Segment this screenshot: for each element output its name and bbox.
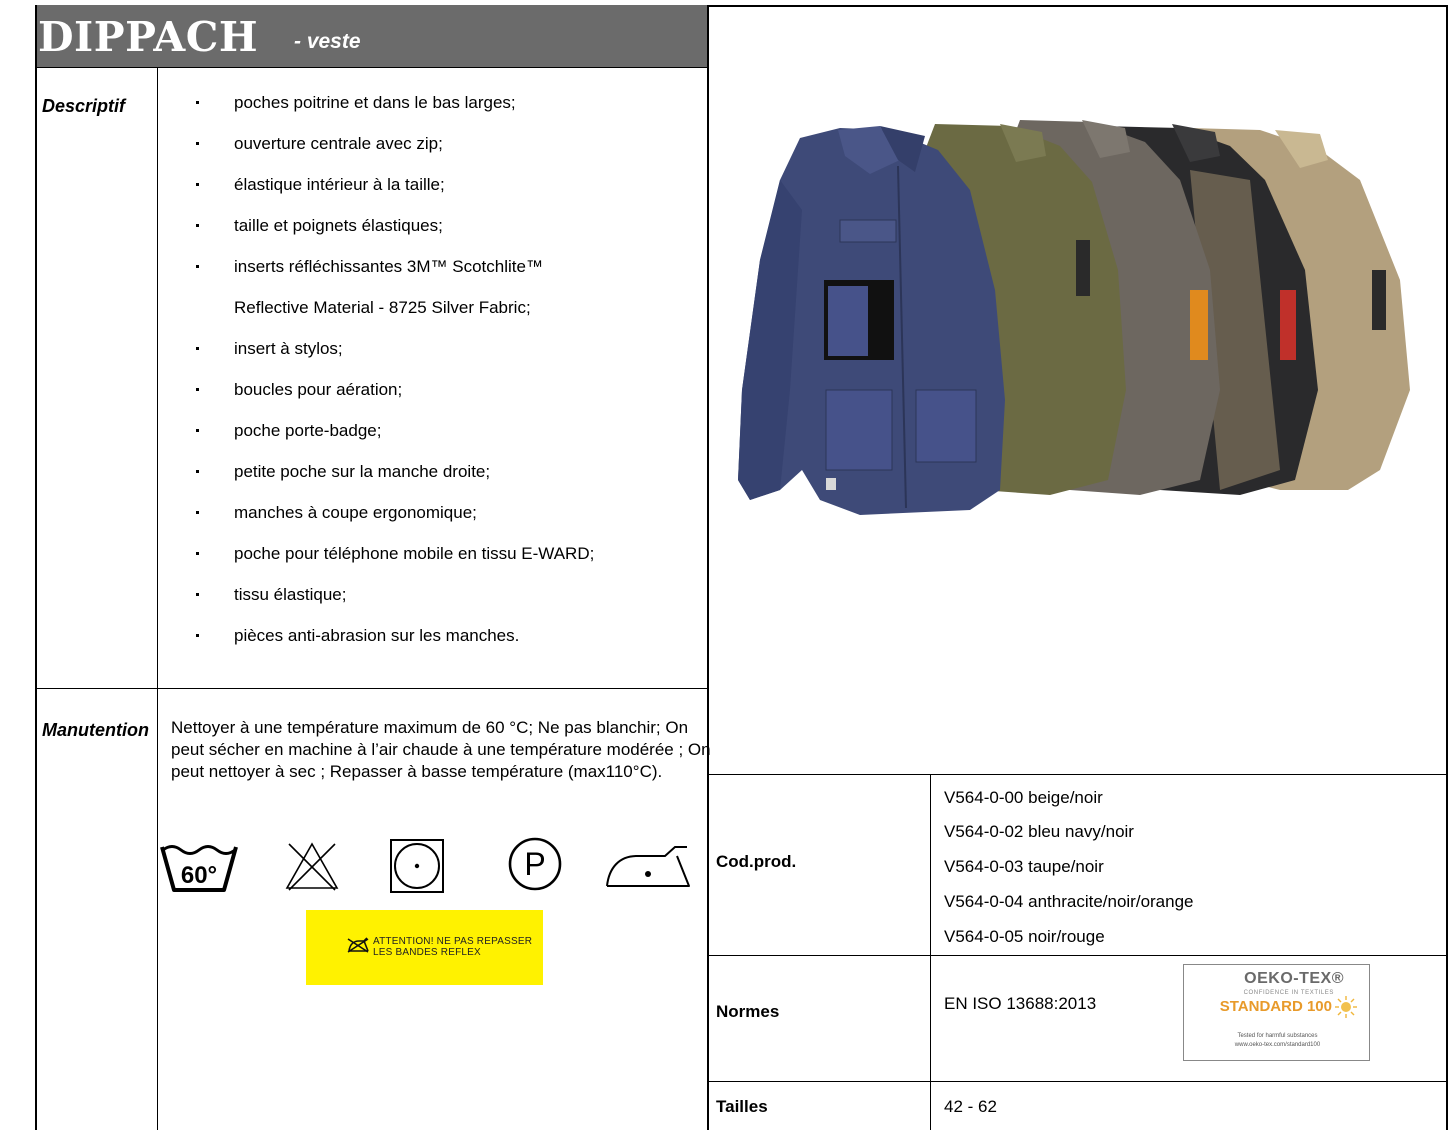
top-border (707, 5, 1448, 7)
product-codes-label: Cod.prod. (716, 852, 797, 871)
warning-line-1: ATTENTION! NE PAS REPASSER (373, 936, 533, 947)
list-item: boucles pour aération; (196, 379, 701, 401)
dry-clean-p-icon: P (507, 836, 563, 892)
center-divider (707, 5, 709, 1130)
sizes-value: 42 - 62 (944, 1097, 997, 1116)
tumble-dry-icon (388, 837, 446, 895)
product-code-item: V564-0-05 noir/rouge (944, 927, 1105, 946)
oeko-tex-tagline: CONFIDENCE IN TEXTILES (1243, 990, 1334, 996)
photo-bottom-rule (708, 774, 1448, 775)
no-bleach-icon (283, 838, 341, 894)
oeko-tex-badge: OEKO-TEX® CONFIDENCE IN TEXTILES STANDAR… (1183, 964, 1370, 1061)
header-bottom-rule (36, 67, 708, 68)
standards-bottom-rule (708, 1081, 1448, 1082)
bullet-icon (196, 429, 199, 432)
list-item: inserts réfléchissantes 3M™ Scotchlite™ R… (196, 256, 701, 319)
dry-clean-letter: P (524, 846, 545, 882)
right-label-column-divider (930, 774, 931, 1130)
title-bar: DIPPACH - veste (36, 5, 708, 67)
warning-label: ATTENTION! NE PAS REPASSER LES BANDES RE… (306, 910, 543, 985)
wash-temperature-label: 60° (181, 862, 217, 889)
list-item: pièces anti-abrasion sur les manches. (196, 625, 701, 647)
sun-icon (1335, 996, 1357, 1018)
list-item: poche porte-badge; (196, 420, 701, 442)
list-item-continuation: Reflective Material - 8725 Silver Fabric… (234, 298, 531, 317)
standards-value: EN ISO 13688:2013 (944, 994, 1097, 1013)
list-item: insert à stylos; (196, 338, 701, 360)
left-border (35, 5, 37, 1130)
bullet-icon (196, 593, 199, 596)
product-code-item: V564-0-02 bleu navy/noir (944, 822, 1134, 841)
bullet-icon (196, 552, 199, 555)
description-label: Descriptif (42, 96, 126, 116)
bullet-icon (196, 388, 199, 391)
bullet-icon (196, 347, 199, 350)
bullet-icon (196, 183, 199, 186)
bullet-icon (196, 634, 199, 637)
list-item: tissu élastique; (196, 584, 701, 606)
bullet-icon (196, 224, 199, 227)
product-photo (720, 90, 1420, 600)
product-code-item: V564-0-03 taupe/noir (944, 857, 1104, 876)
oeko-tex-note-2: www.oeko-tex.com/standard100 (1234, 1042, 1321, 1048)
bullet-icon (196, 470, 199, 473)
product-code-item: V564-0-04 anthracite/noir/orange (944, 892, 1194, 911)
product-type: - veste (294, 30, 361, 53)
bullet-icon (196, 101, 199, 104)
list-item: poches poitrine et dans le bas larges; (196, 92, 701, 114)
bullet-icon (196, 265, 199, 268)
care-instructions: Nettoyer à une température maximum de 60… (171, 718, 711, 781)
no-iron-icon (347, 937, 369, 953)
sizes-label: Tailles (716, 1097, 768, 1116)
oeko-tex-note-1: Tested for harmful substances (1237, 1033, 1318, 1039)
oeko-tex-standard: STANDARD 100 (1219, 998, 1332, 1015)
jacket-navy (738, 126, 1005, 515)
warning-line-2: LES BANDES REFLEX (373, 947, 481, 958)
wash-60-icon: 60° (158, 842, 240, 894)
label-column-divider (157, 67, 158, 1130)
product-name: DIPPACH (38, 13, 259, 61)
care-label: Manutention (42, 720, 149, 740)
bullet-icon (196, 511, 199, 514)
standards-label: Normes (716, 1002, 780, 1021)
product-code-item: V564-0-00 beige/noir (944, 788, 1103, 807)
list-item: élastique intérieur à la taille; (196, 174, 701, 196)
bullet-icon (196, 142, 199, 145)
list-item: petite poche sur la manche droite; (196, 461, 701, 483)
oeko-tex-brand: OEKO-TEX® (1244, 970, 1344, 987)
list-item: taille et poignets élastiques; (196, 215, 701, 237)
list-item: poche pour téléphone mobile en tissu E-W… (196, 543, 701, 565)
list-item: ouverture centrale avec zip; (196, 133, 701, 155)
list-item: manches à coupe ergonomique; (196, 502, 701, 524)
description-bottom-rule (36, 688, 708, 689)
description-list: poches poitrine et dans le bas larges; o… (196, 92, 701, 666)
codes-bottom-rule (708, 955, 1448, 956)
warning-text: ATTENTION! NE PAS REPASSER LES BANDES RE… (373, 936, 532, 958)
iron-low-icon (603, 844, 691, 890)
